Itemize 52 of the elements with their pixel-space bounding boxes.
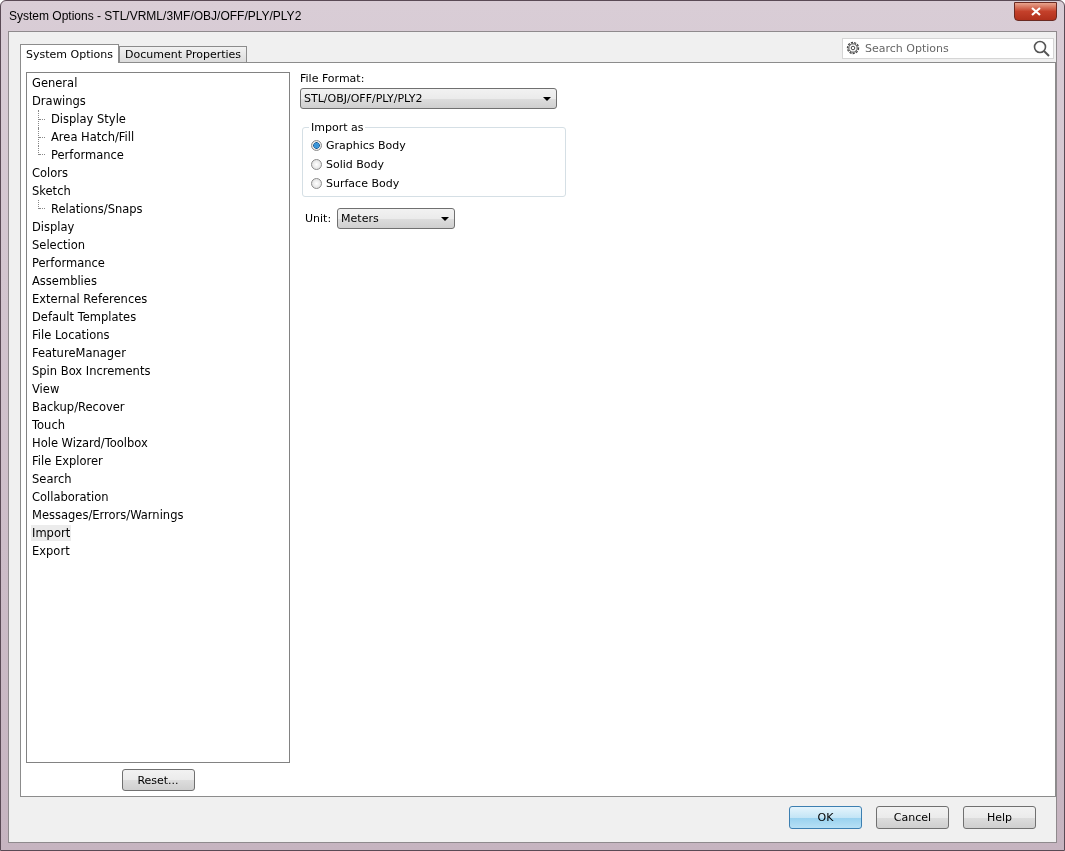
tree-item[interactable]: Export [32, 543, 70, 559]
reset-button[interactable]: Reset... [121, 769, 195, 791]
tree-item[interactable]: General [32, 75, 78, 91]
tab[interactable]: System Options [20, 44, 119, 63]
radio-button[interactable] [311, 158, 322, 170]
search-field[interactable]: Search Options [842, 38, 1054, 59]
tree-item[interactable]: FeatureManager [32, 345, 126, 361]
dialog-button[interactable]: OK [789, 806, 862, 829]
radio-label[interactable]: Solid Body [326, 157, 385, 171]
settings-icon [845, 40, 861, 56]
tree-item[interactable]: Performance [32, 255, 105, 271]
dialog-button[interactable]: Help [963, 806, 1036, 829]
tree-item[interactable]: File Locations [32, 327, 110, 343]
tab[interactable]: Document Properties [118, 46, 248, 62]
tree-item[interactable]: Default Templates [32, 309, 137, 325]
tree-item[interactable]: Display [32, 219, 75, 235]
tree-item[interactable]: Backup/Recover [32, 399, 125, 415]
tree-item[interactable]: Messages/Errors/Warnings [32, 507, 184, 523]
tree-item[interactable]: Selection [32, 237, 85, 253]
radio-button[interactable] [311, 139, 322, 151]
radio-button[interactable] [311, 177, 322, 189]
tree-item[interactable]: File Explorer [32, 453, 103, 469]
tree-item[interactable]: Area Hatch/Fill [51, 129, 135, 145]
dialog-button[interactable]: Cancel [876, 806, 949, 829]
tree-item[interactable]: Import [31, 525, 72, 541]
file-format-dropdown[interactable]: STL/OBJ/OFF/PLY/PLY2 [300, 88, 557, 109]
tree-item[interactable]: Hole Wizard/Toolbox [32, 435, 148, 451]
window-title: System Options - STL/VRML/3MF/OBJ/OFF/PLY/PLY2 [9, 9, 302, 23]
tree-item[interactable]: Assemblies [32, 273, 97, 289]
group-title: Import as [310, 121, 365, 134]
tree-item[interactable]: Sketch [32, 183, 71, 199]
tree-item[interactable]: Spin Box Increments [32, 363, 151, 379]
radio-label[interactable]: Surface Body [326, 176, 400, 190]
tree-item[interactable]: Drawings [32, 93, 86, 109]
tree-item[interactable]: Relations/Snaps [51, 201, 143, 217]
field-label: File Format: [300, 72, 366, 85]
unit-dropdown[interactable]: Meters [337, 208, 456, 229]
tree-item[interactable]: Collaboration [32, 489, 109, 505]
tree-item[interactable]: Performance [51, 147, 124, 163]
close-button[interactable] [1014, 2, 1057, 21]
tree-item[interactable]: Colors [32, 165, 69, 181]
tree-item[interactable]: External References [32, 291, 148, 307]
field-label: Unit: [305, 212, 332, 225]
dropdown-caret-icon [543, 96, 551, 101]
tree-item[interactable]: Touch [32, 417, 65, 433]
tree-item[interactable]: Display Style [51, 111, 126, 127]
radio-label[interactable]: Graphics Body [326, 138, 406, 152]
close-icon [1030, 7, 1041, 16]
tree-item[interactable]: Search [32, 471, 72, 487]
search-icon[interactable] [1033, 40, 1050, 57]
dropdown-caret-icon [441, 216, 450, 221]
tree-item[interactable]: View [32, 381, 60, 397]
